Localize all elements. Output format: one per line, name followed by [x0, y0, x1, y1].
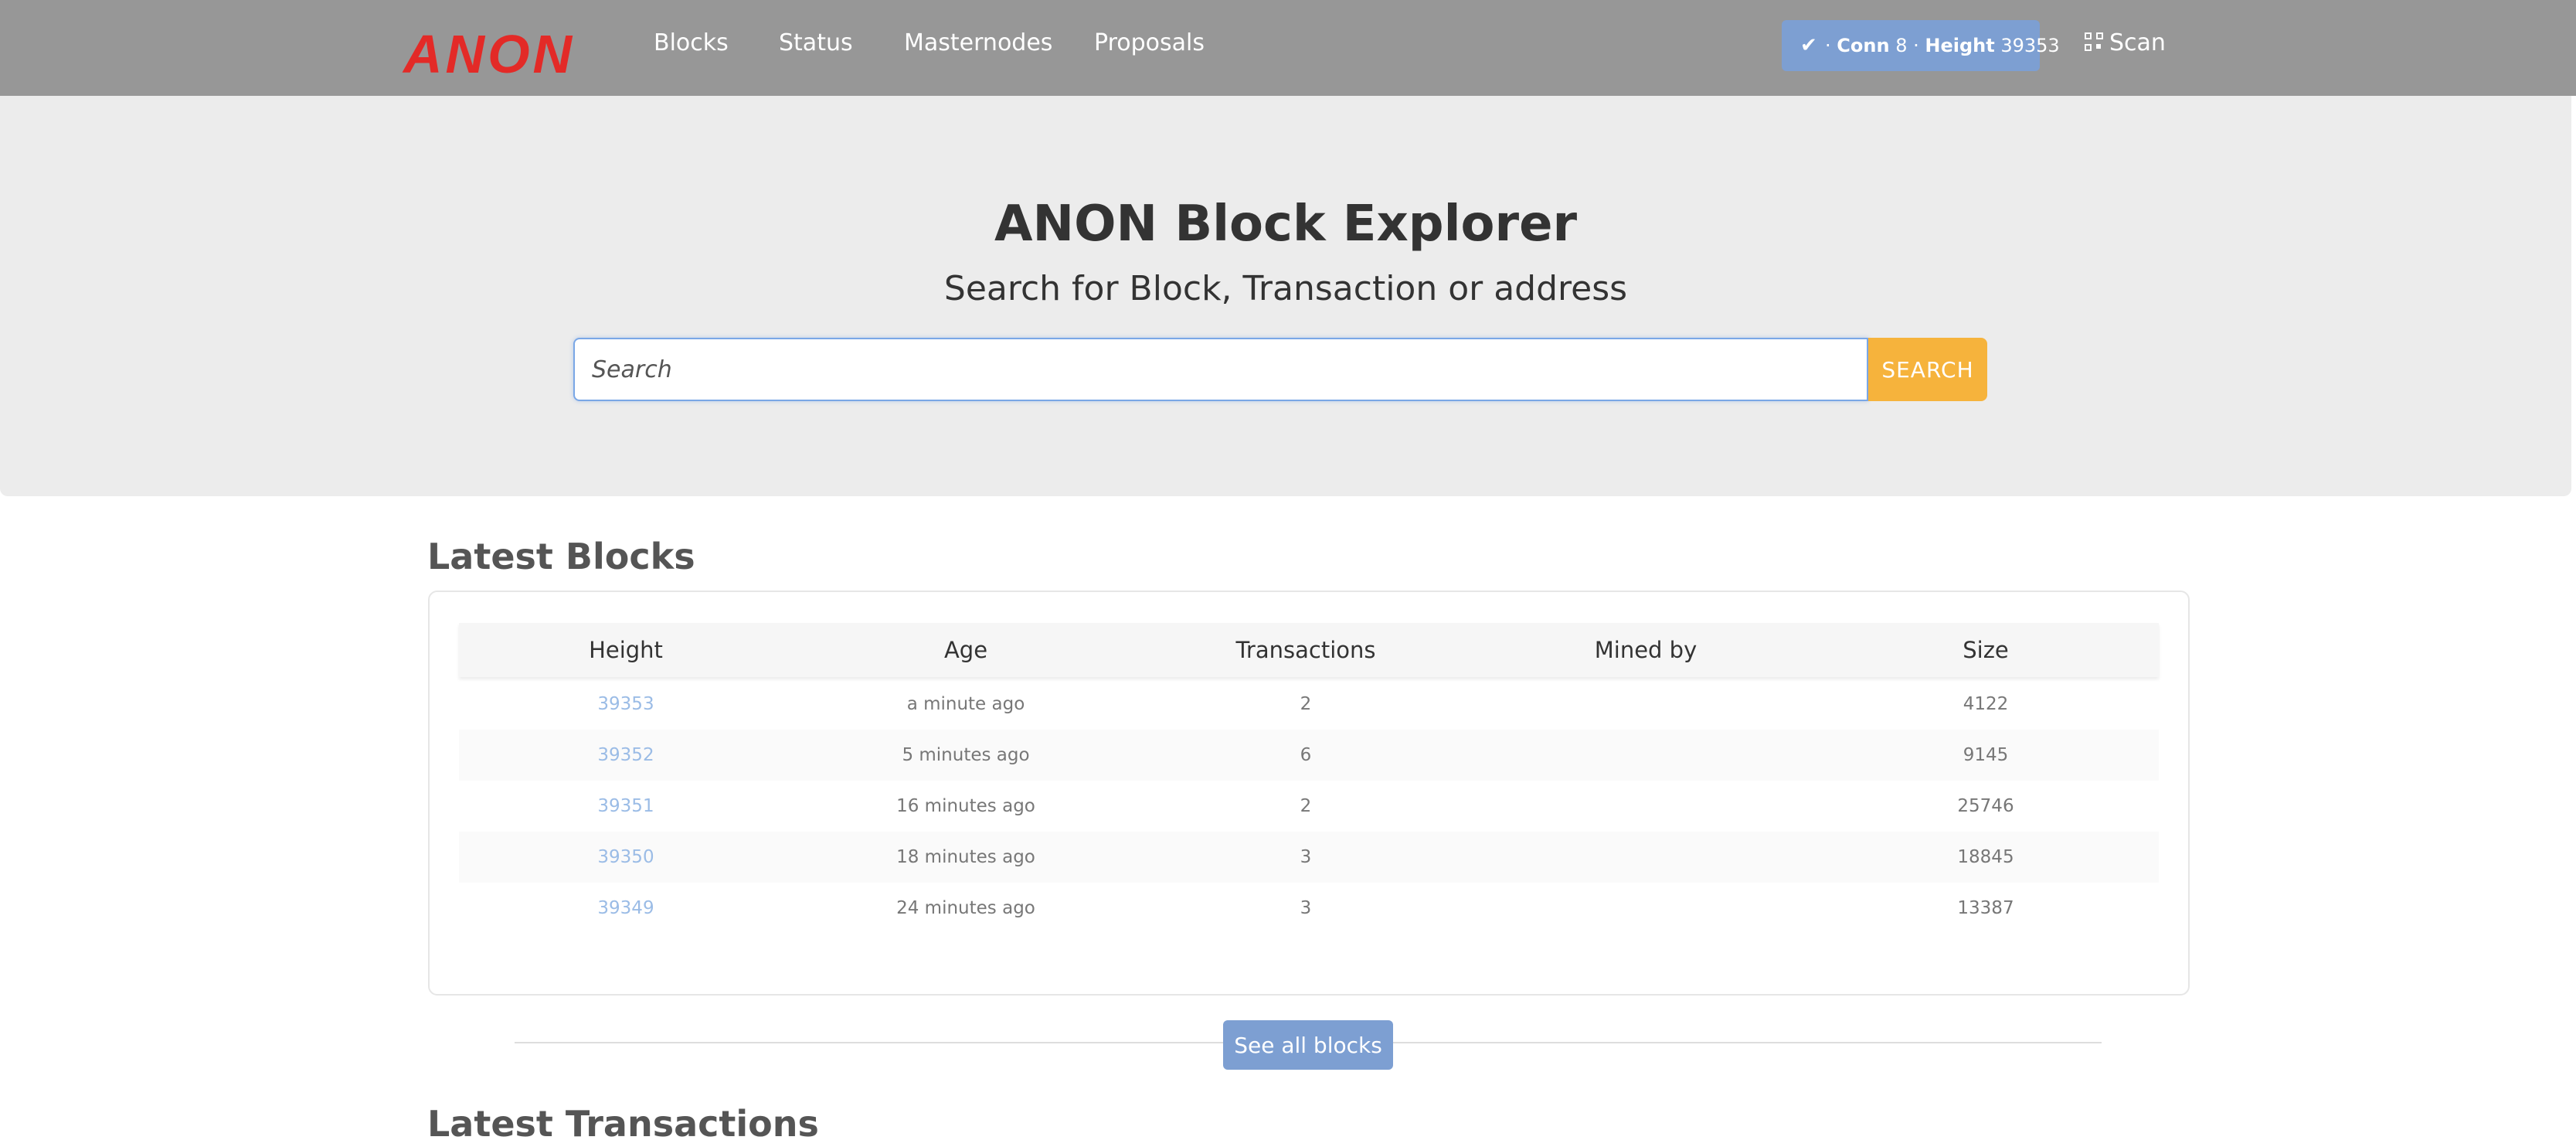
block-transactions: 6	[1300, 745, 1312, 765]
nav-link-masternodes[interactable]: Masternodes	[904, 26, 1052, 60]
column-header-mined-by: Mined by	[1594, 637, 1698, 663]
block-transactions: 2	[1300, 796, 1312, 816]
block-size: 18845	[1957, 847, 2014, 867]
scan-label: Scan	[2109, 29, 2166, 56]
block-age: 5 minutes ago	[902, 745, 1030, 765]
block-transactions: 3	[1300, 847, 1312, 867]
blocks-table-header: Height Age Transactions Mined by Size	[459, 623, 2159, 677]
block-size: 4122	[1963, 694, 2009, 714]
block-transactions: 2	[1300, 694, 1312, 714]
see-all-blocks-button[interactable]: See all blocks	[1223, 1020, 1393, 1070]
table-row: 39349 24 minutes ago 3 13387	[459, 883, 2159, 934]
conn-label: Conn	[1837, 35, 1890, 56]
check-icon: ✔	[1800, 34, 1817, 57]
navbar: ANON Blocks Status Masternodes Proposals…	[0, 0, 2576, 96]
block-size: 13387	[1957, 898, 2014, 918]
latest-blocks-heading: Latest Blocks	[427, 536, 695, 577]
anon-logo[interactable]: ANON	[403, 23, 575, 85]
block-height-link[interactable]: 39352	[510, 730, 742, 781]
search-button[interactable]: SEARCH	[1868, 338, 1987, 401]
column-header-size: Size	[1963, 637, 2009, 663]
latest-transactions-heading: Latest Transactions	[427, 1103, 819, 1145]
block-transactions: 3	[1300, 898, 1312, 918]
block-height-link[interactable]: 39351	[510, 781, 742, 832]
page-title: ANON Block Explorer	[994, 196, 1578, 253]
hero-search-panel: ANON Block Explorer Search for Block, Tr…	[0, 96, 2571, 496]
table-row: 39351 16 minutes ago 2 25746	[459, 781, 2159, 832]
block-size: 9145	[1963, 745, 2009, 765]
block-age: a minute ago	[906, 694, 1025, 714]
column-header-transactions: Transactions	[1235, 637, 1376, 663]
table-row: 39352 5 minutes ago 6 9145	[459, 730, 2159, 781]
table-row: 39350 18 minutes ago 3 18845	[459, 832, 2159, 883]
block-height-link[interactable]: 39349	[510, 883, 742, 934]
nav-link-proposals[interactable]: Proposals	[1094, 26, 1205, 60]
block-age: 16 minutes ago	[896, 796, 1035, 816]
conn-value: 8	[1895, 35, 1908, 56]
block-age: 18 minutes ago	[896, 847, 1035, 867]
column-header-age: Age	[943, 637, 988, 663]
nav-link-status[interactable]: Status	[779, 26, 853, 60]
column-header-height: Height	[589, 637, 663, 663]
connection-status-badge[interactable]: ✔ · Conn 8 · Height 39353	[1782, 20, 2060, 71]
block-height-link[interactable]: 39353	[510, 679, 742, 730]
search-input[interactable]	[573, 338, 1868, 401]
block-age: 24 minutes ago	[896, 898, 1035, 918]
table-row: 39353 a minute ago 2 4122	[459, 679, 2159, 730]
height-value: 39353	[2000, 35, 2060, 56]
nav-link-blocks[interactable]: Blocks	[654, 26, 729, 60]
page-subtitle: Search for Block, Transaction or address	[943, 269, 1628, 308]
height-label: Height	[1925, 35, 1995, 56]
qr-code-icon	[2085, 32, 2105, 53]
block-size: 25746	[1957, 796, 2014, 816]
scan-button[interactable]: Scan	[2085, 26, 2166, 60]
block-height-link[interactable]: 39350	[510, 832, 742, 883]
